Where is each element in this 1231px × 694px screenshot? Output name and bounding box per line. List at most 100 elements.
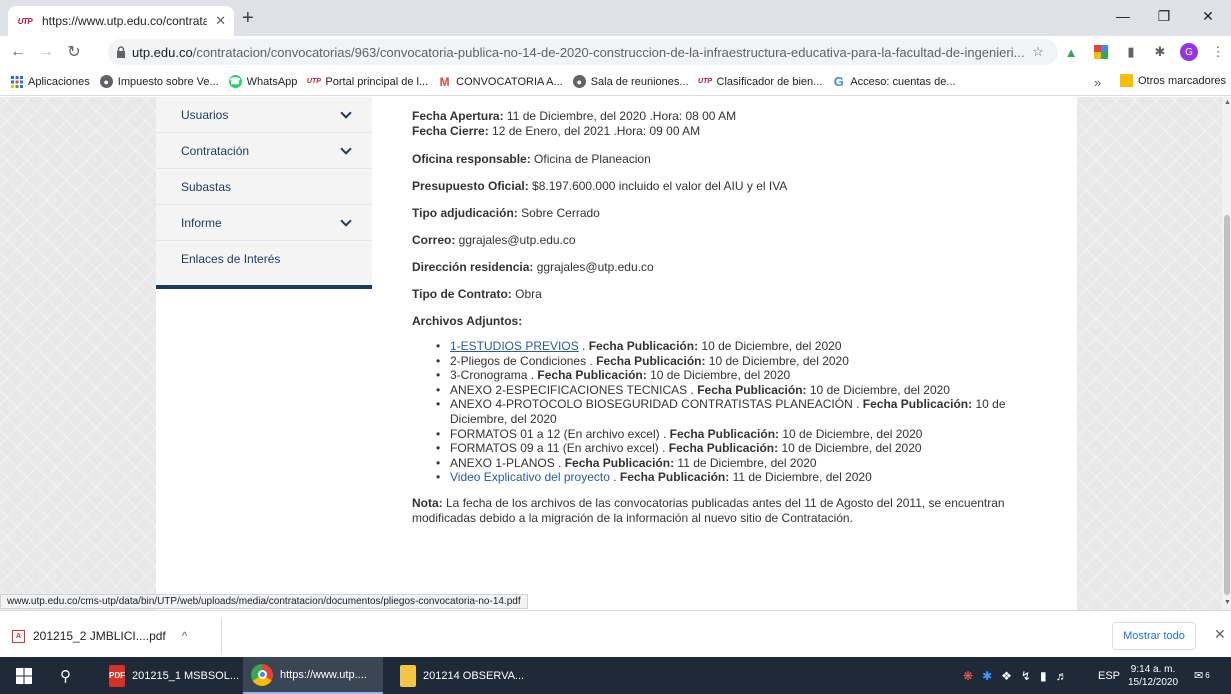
address-bar[interactable]: utp.edu.co/contratacion/convocatorias/96… xyxy=(108,39,1058,65)
scrollbar-thumb[interactable] xyxy=(1224,215,1230,595)
file-link[interactable]: 1-ESTUDIOS PREVIOS xyxy=(450,339,579,353)
bookmark-impuesto[interactable]: ● Impuesto sobre Ve... xyxy=(99,75,219,88)
list-item: 1-ESTUDIOS PREVIOS . Fecha Publicación: … xyxy=(436,339,1062,354)
close-window-button[interactable]: ✕ xyxy=(1190,4,1226,28)
file-link[interactable]: 3-Cronograma xyxy=(450,368,527,382)
download-item[interactable]: A 201215_2 JMBLICI....pdf ^ xyxy=(0,619,222,653)
bookmark-convocatoria[interactable]: M CONVOCATORIA A... xyxy=(438,75,563,89)
file-link[interactable]: Video Explicativo del proyecto xyxy=(450,470,610,484)
pub-label: Fecha Publicación: xyxy=(588,339,699,353)
section-heading: Archivos Adjuntos: xyxy=(412,314,523,328)
bookmark-otros[interactable]: Otros marcadores xyxy=(1120,74,1226,87)
sidebar-item-informe[interactable]: Informe xyxy=(156,205,372,241)
tray-app-icon[interactable]: ❋ xyxy=(963,669,973,683)
pdf-file-icon: A xyxy=(12,629,25,643)
menu-dots-icon[interactable]: ⋮ xyxy=(1210,44,1226,60)
bookmark-whatsapp[interactable]: ☎ WhatsApp xyxy=(228,75,297,88)
volume-icon[interactable]: ♬ xyxy=(1056,669,1068,683)
extension-icon[interactable]: ▮ xyxy=(1123,44,1139,60)
reload-icon[interactable]: ↻ xyxy=(64,42,84,62)
extension-icon[interactable] xyxy=(1093,44,1109,60)
tipo-contrato: Tipo de Contrato: Obra xyxy=(412,287,1062,302)
close-shelf-icon[interactable]: ✕ xyxy=(1214,626,1226,643)
back-arrow-icon[interactable]: ← xyxy=(8,42,28,62)
show-all-button[interactable]: Mostrar todo xyxy=(1112,622,1196,650)
taskbar-item-folder[interactable]: 201214 OBSERVA... xyxy=(392,657,528,694)
globe-icon: ● xyxy=(99,75,113,88)
forward-arrow-icon[interactable]: → xyxy=(36,42,56,62)
bluetooth-icon[interactable]: ✱ xyxy=(982,669,992,683)
globe-icon: ● xyxy=(572,75,586,88)
download-filename: 201215_2 JMBLICI....pdf xyxy=(33,629,166,643)
field-label: Presupuesto Oficial: xyxy=(412,179,529,193)
separator: . xyxy=(658,441,669,456)
separator: . xyxy=(609,470,620,485)
chevron-down-icon[interactable] xyxy=(340,142,352,155)
sidebar-menu: Usuarios Contratación Subastas Informe E… xyxy=(156,97,372,289)
chevron-down-icon[interactable] xyxy=(340,106,352,119)
maximize-button[interactable]: ❐ xyxy=(1146,4,1182,28)
search-icon[interactable]: ⚲ xyxy=(52,657,90,694)
oficina-responsable: Oficina responsable: Oficina de Planeaci… xyxy=(412,152,1062,167)
profile-avatar[interactable]: G xyxy=(1180,43,1198,61)
field-label: Oficina responsable: xyxy=(412,152,531,166)
field-label: Correo: xyxy=(412,233,456,247)
page-viewport: Usuarios Contratación Subastas Informe E… xyxy=(0,97,1222,610)
field-label: Dirección residencia: xyxy=(412,260,534,274)
fecha-cierre-value: 12 de Enero, del 2021 .Hora: 09 00 AM xyxy=(488,124,701,138)
file-link[interactable]: ANEXO 4-PROTOCOLO BIOSEGURIDAD CONTRATIS… xyxy=(450,397,853,411)
windows-logo-icon xyxy=(16,667,32,684)
puzzle-extensions-icon[interactable]: ✱ xyxy=(1152,44,1168,60)
scroll-up-icon[interactable]: ▲ xyxy=(1224,99,1231,106)
file-link[interactable]: FORMATOS 01 a 12 (En archivo excel) xyxy=(450,427,660,441)
field-value: Sobre Cerrado xyxy=(517,206,600,220)
tray-app-icon[interactable]: ❖ xyxy=(1001,669,1012,683)
separator: . xyxy=(687,382,698,397)
new-tab-button[interactable]: + xyxy=(242,8,254,28)
bookmark-aplicaciones[interactable]: Aplicaciones xyxy=(10,75,90,88)
field-value: Oficina de Planeacion xyxy=(530,152,651,166)
taskbar-item-pdf[interactable]: PDF 201215_1 MSBSOL... xyxy=(101,657,239,694)
start-button[interactable] xyxy=(4,657,44,694)
file-link[interactable]: ANEXO 1-PLANOS xyxy=(450,456,555,470)
pub-label: Fecha Publicación: xyxy=(862,397,973,412)
bookmark-acceso[interactable]: G Acceso: cuentas de... xyxy=(832,74,956,89)
network-icon[interactable]: ↯ xyxy=(1021,669,1031,683)
file-link[interactable]: 2-Pliegos de Condiciones xyxy=(450,354,586,368)
file-link[interactable]: ANEXO 2-ESPECIFICACIONES TECNICAS xyxy=(450,383,687,397)
sidebar-item-contratacion[interactable]: Contratación xyxy=(156,133,372,169)
notifications-button[interactable]: ✉ 6 xyxy=(1194,657,1210,694)
language-indicator[interactable]: ESP xyxy=(1098,657,1120,694)
chevron-up-icon[interactable]: ^ xyxy=(182,629,188,643)
bookmark-portal[interactable]: UTP Portal principal de l... xyxy=(307,75,428,88)
sidebar-item-label: Enlaces de Interés xyxy=(181,252,281,266)
bookmark-clasificador[interactable]: UTP Clasificador de bien... xyxy=(698,75,822,88)
star-bookmark-icon[interactable]: ☆ xyxy=(1030,44,1046,60)
file-link[interactable]: FORMATOS 09 a 11 (En archivo excel) xyxy=(450,441,659,455)
sidebar-item-enlaces[interactable]: Enlaces de Interés xyxy=(156,241,372,277)
clock-time: 9:14 a. m. xyxy=(1130,663,1176,675)
scroll-down-icon[interactable]: ▼ xyxy=(1224,599,1231,606)
sidebar-item-usuarios[interactable]: Usuarios xyxy=(156,97,372,133)
minimize-button[interactable]: — xyxy=(1105,4,1141,28)
direccion-residencia: Dirección residencia: ggrajales@utp.edu.… xyxy=(412,260,1062,275)
extension-icon[interactable]: ▲ xyxy=(1063,44,1079,60)
windows-taskbar: ⚲ PDF 201215_1 MSBSOL... https://www.utp… xyxy=(0,657,1231,694)
chevron-down-icon[interactable] xyxy=(340,214,352,227)
fechas-block: Fecha Apertura: 11 de Diciembre, del 202… xyxy=(412,109,1062,139)
clock[interactable]: 9:14 a. m. 15/12/2020 xyxy=(1128,657,1178,694)
bookmarks-overflow-icon[interactable]: » xyxy=(1094,75,1101,90)
bookmark-sala[interactable]: ● Sala de reuniones... xyxy=(572,75,689,88)
battery-icon[interactable]: ▮ xyxy=(1040,669,1047,683)
sidebar-item-subastas[interactable]: Subastas xyxy=(156,169,372,205)
browser-tab[interactable]: UTP https://www.utp.edu.co/contrata ✕ xyxy=(8,6,234,36)
field-value: Obra xyxy=(511,287,542,301)
notification-count: 6 xyxy=(1205,671,1210,680)
tab-close-icon[interactable]: ✕ xyxy=(215,13,226,29)
pub-label: Fecha Publicación: xyxy=(537,368,647,383)
taskbar-item-chrome[interactable]: https://www.utp.... xyxy=(243,657,383,694)
utp-icon: UTP xyxy=(306,78,321,85)
google-icon: G xyxy=(833,74,844,89)
system-tray: ❋ ✱ ❖ ↯ ▮ ♬ xyxy=(963,657,1068,694)
fecha-apertura: Fecha Apertura: 11 de Diciembre, del 202… xyxy=(412,109,1062,124)
